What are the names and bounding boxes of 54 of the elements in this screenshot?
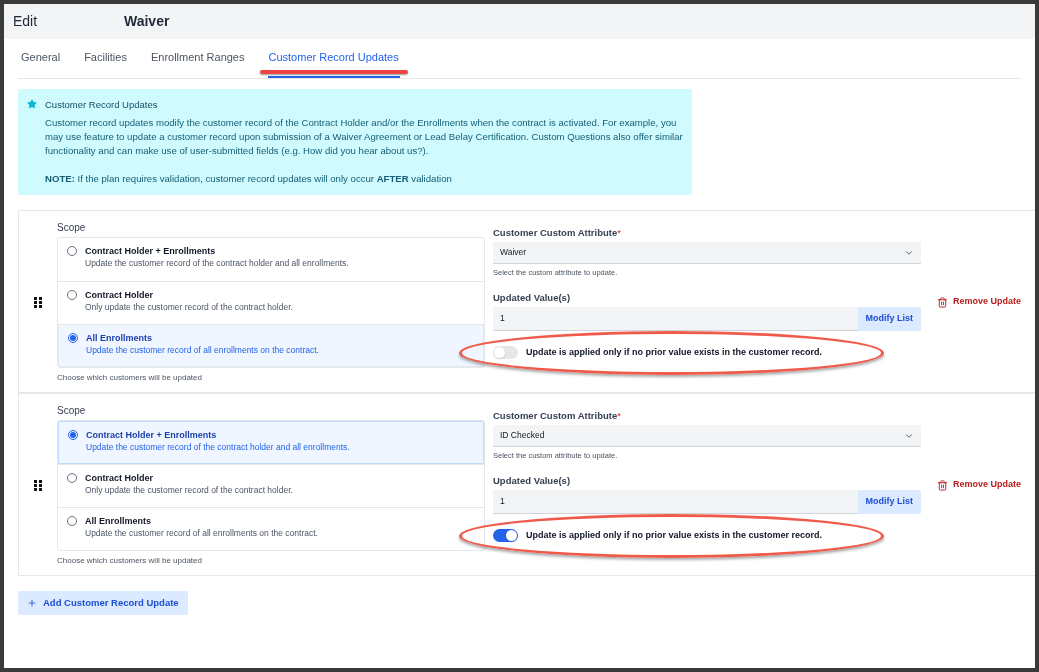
radio-button[interactable] [68,333,78,343]
option-description: Update the customer record of all enrollments on the contract. [86,344,319,356]
option-title: Contract Holder + Enrollments [85,245,217,257]
attribute-label: Customer Custom Attribute [493,226,618,240]
remove-update-button[interactable]: Remove Update [937,295,1022,309]
option-description: Update the customer record of all enrollments on the contract. [85,527,318,539]
required-mark: * [617,226,621,240]
option-title: Contract Holder [85,289,154,301]
star-icon [27,99,37,109]
info-title: Customer Record Updates [45,98,159,112]
scope-option[interactable]: All Enrollments Update the customer record of all enrollments on the contract. [58,324,484,367]
drag-handle-icon[interactable] [34,296,42,308]
modify-list-button[interactable]: Modify List [857,489,921,514]
toggle-label: Update is applied only if no prior value exists in the customer record. [526,529,823,542]
required-mark: * [617,409,621,423]
option-description: Update the customer record of the contract holder and all enrollments. [86,441,350,453]
option-description: Update the customer record of the contract holder and all enrollments. [85,257,349,269]
option-description: Only update the customer record of the contract holder. [85,484,293,496]
drag-handle-icon[interactable] [34,479,42,491]
attribute-select[interactable]: ID Checked [493,425,921,448]
option-title: Contract Holder [85,472,154,484]
values-label: Updated Value(s) [493,290,572,305]
option-title: All Enrollments [86,332,153,344]
values-field[interactable]: 1 [493,306,858,331]
plus-icon [27,598,37,608]
radio-button[interactable] [68,430,78,440]
add-update-button[interactable]: Add Customer Record Update [18,591,188,615]
trash-icon [937,479,948,491]
attribute-label: Customer Custom Attribute [493,409,618,423]
info-body: Customer record updates modify the customer record of the Contract Holder and/or the Enrollments when the contract is activated. For example, you may use feature to update a customer record upon submission of a Waiver Agreement or Lead Belay Certification. Custom Questions also offer similar functionality and can make use of user-submitted fields (e.g. How did you hear about us?). [45,116,683,158]
header-action: Edit [13,12,39,31]
attribute-select[interactable]: Waiver [493,242,921,265]
option-title: Contract Holder + Enrollments [86,429,218,441]
toggle-switch[interactable] [493,529,518,543]
toggle-switch[interactable] [493,346,518,360]
page-title: Waiver [124,12,170,31]
values-field[interactable]: 1 [493,489,858,514]
scope-option[interactable]: Contract Holder + Enrollments Update the customer record of the contract holder and all enrollments. [58,421,484,464]
scope-label: Scope [57,221,87,235]
trash-icon [937,296,948,308]
scope-option[interactable]: All Enrollments Update the customer record of all enrollments on the contract. [58,507,484,550]
info-note: NOTE: If the plan requires validation, customer record updates will only occur AFTER validation [45,172,453,186]
tab[interactable]: Facilities [83,48,128,78]
option-title: All Enrollments [85,515,152,527]
remove-update-button[interactable]: Remove Update [937,478,1022,492]
scope-hint: Choose which customers will be updated [57,372,203,384]
toggle-label: Update is applied only if no prior value exists in the customer record. [526,346,823,359]
modify-list-button[interactable]: Modify List [857,306,921,331]
option-description: Only update the customer record of the contract holder. [85,301,293,313]
tab[interactable]: Enrollment Ranges [149,48,246,78]
values-label: Updated Value(s) [493,473,572,488]
scope-hint: Choose which customers will be updated [57,555,203,567]
tab[interactable]: General [20,48,62,78]
scope-label: Scope [57,404,87,418]
